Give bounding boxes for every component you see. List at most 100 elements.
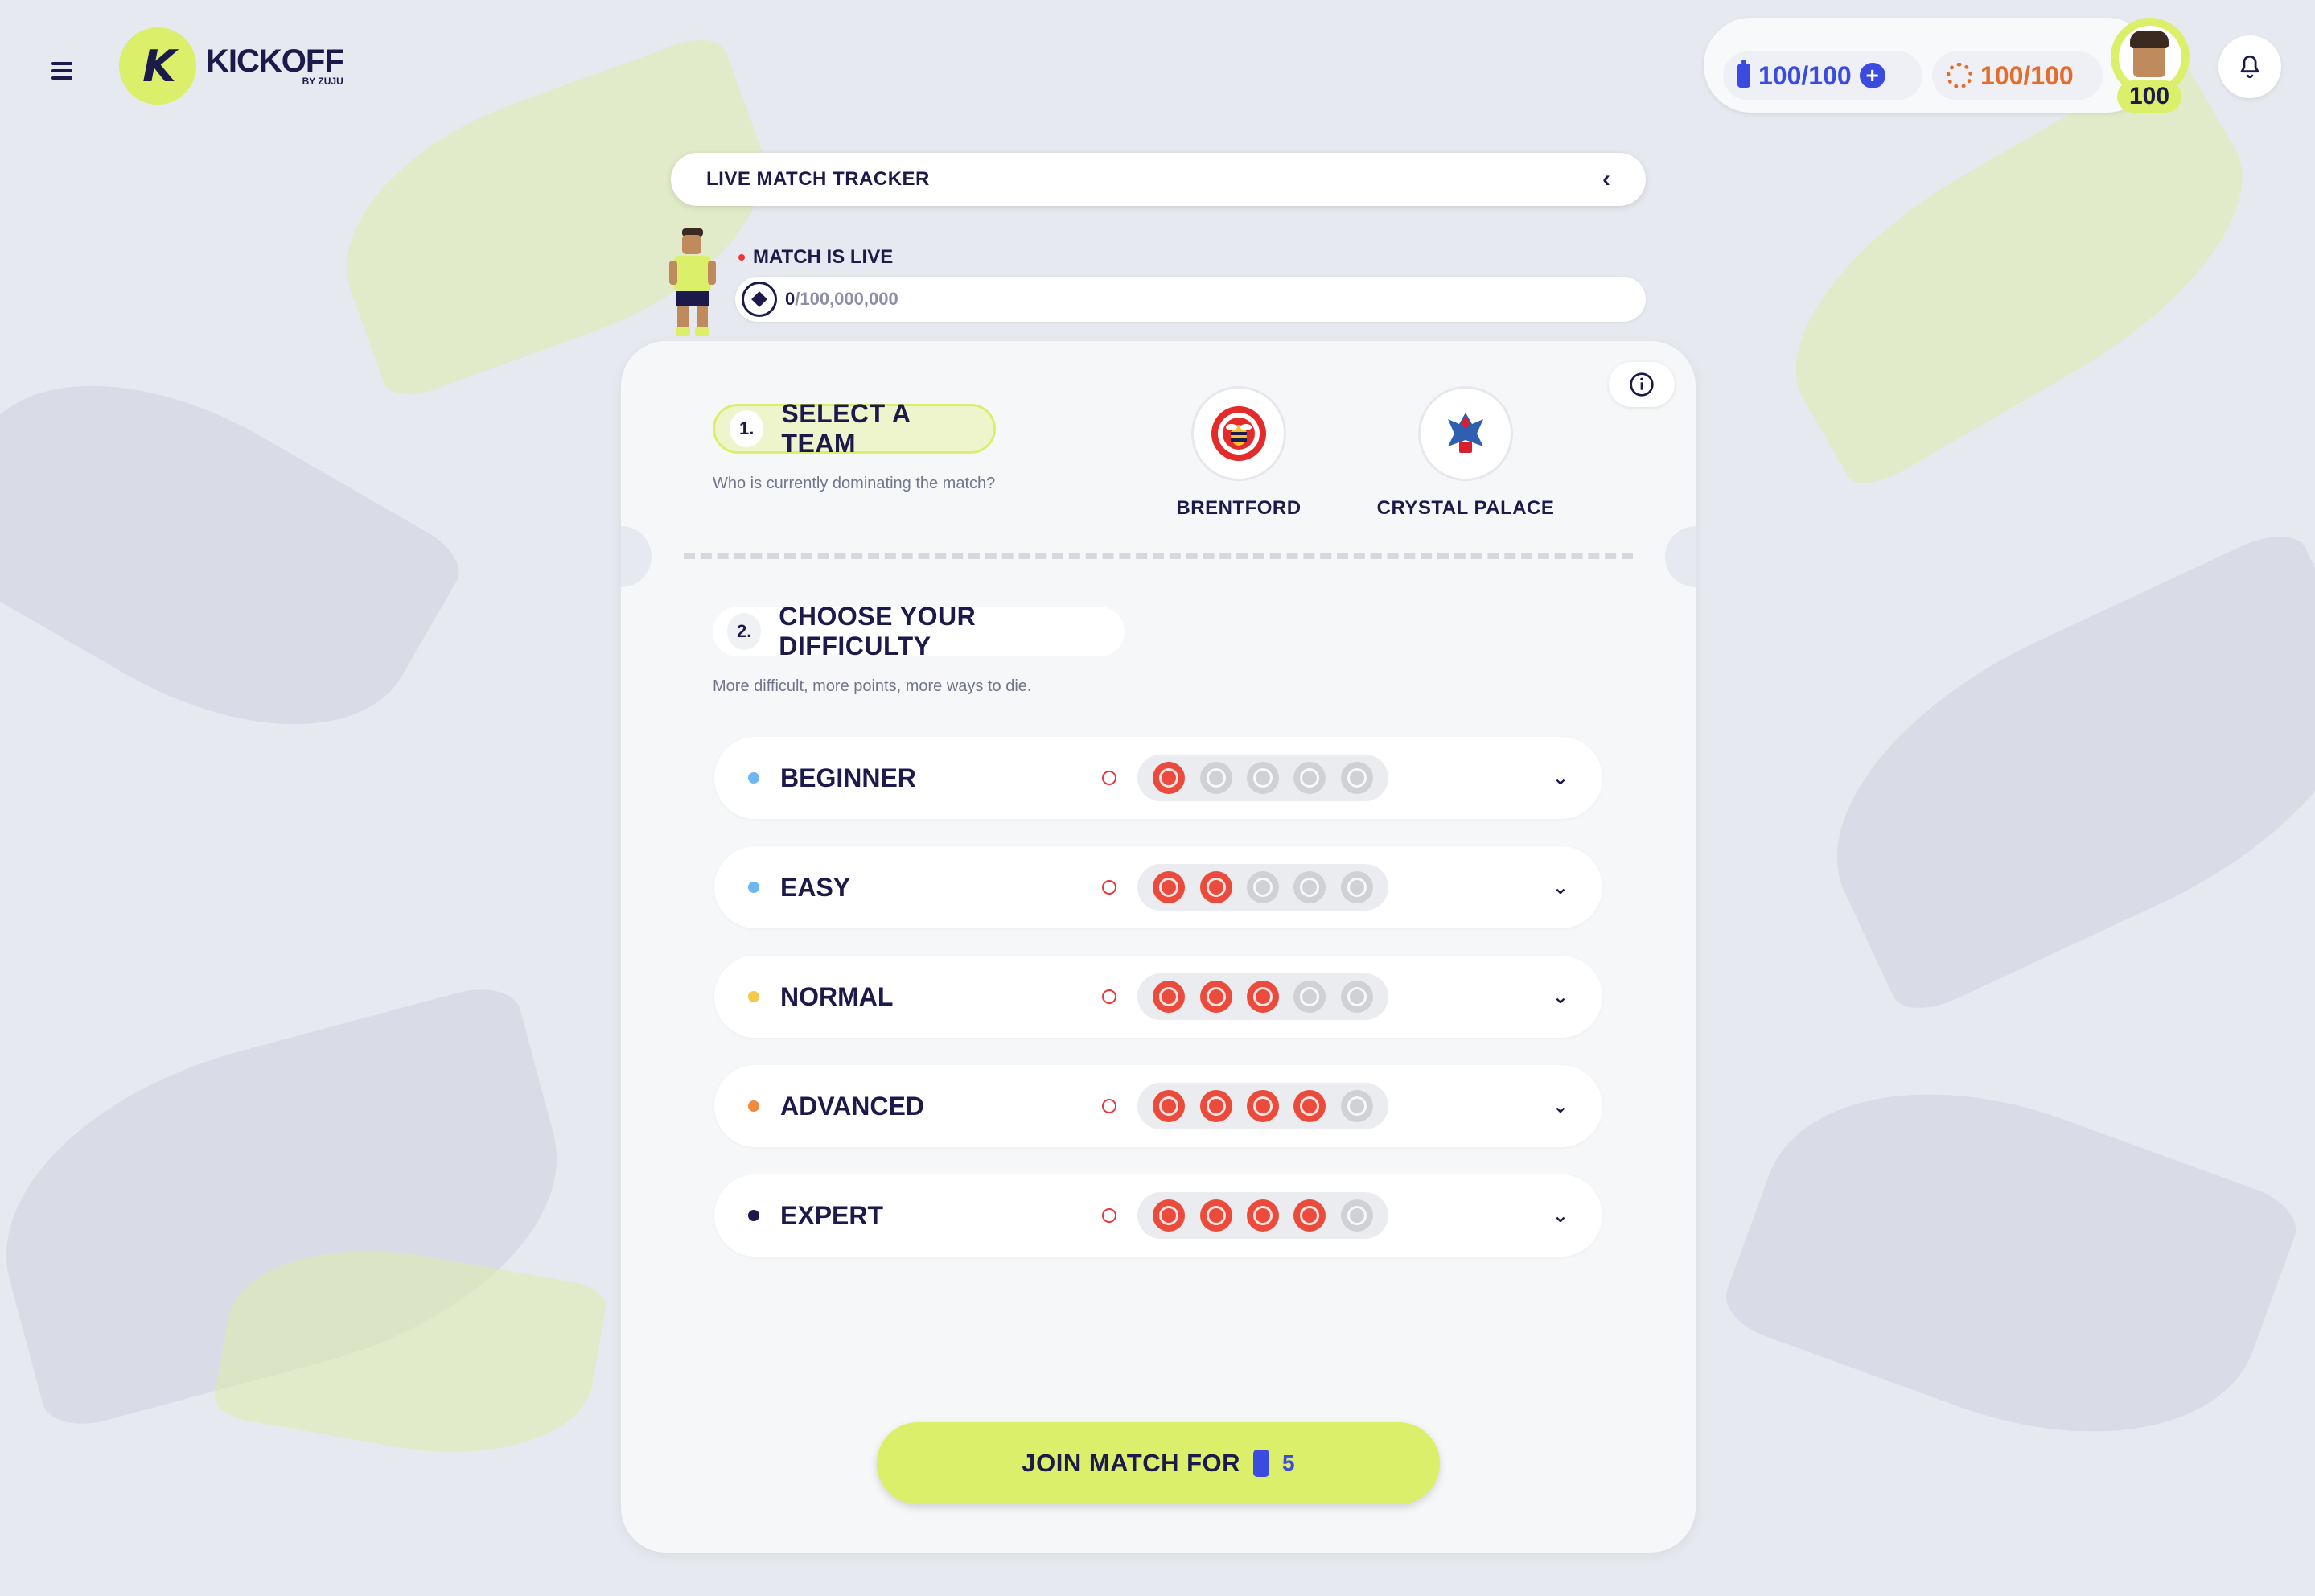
info-icon[interactable] xyxy=(1609,362,1675,407)
progress-text: 0/100,000,000 xyxy=(785,289,898,309)
team-option-crystal-palace[interactable]: CRYSTAL PALACE xyxy=(1377,386,1554,520)
chevron-down-icon[interactable]: ⌄ xyxy=(1552,985,1569,1009)
difficulty-name: EXPERT xyxy=(780,1200,884,1230)
risk-icons xyxy=(1137,973,1388,1020)
match-setup-card xyxy=(621,341,1696,1553)
difficulty-dot-icon xyxy=(748,772,759,784)
risk-event-icon xyxy=(1246,981,1279,1013)
risk-event-icon xyxy=(1153,1090,1186,1122)
step-description: More difficult, more points, more ways t… xyxy=(713,677,1032,695)
logo-subtitle: BY ZUJU xyxy=(302,76,343,87)
difficulty-option-beginner[interactable]: BEGINNER ⌄ xyxy=(714,737,1602,819)
difficulty-option-expert[interactable]: EXPERT ⌄ xyxy=(714,1174,1602,1257)
step-title: SELECT A TEAM xyxy=(781,399,911,458)
risk-event-icon xyxy=(1340,762,1373,794)
live-dot-icon xyxy=(738,254,745,261)
difficulty-name: EASY xyxy=(780,872,851,902)
risk-icons xyxy=(1137,1083,1388,1129)
risk-event-icon xyxy=(1293,1090,1326,1122)
step-title: CHOOSE YOUR DIFFICULTY xyxy=(779,602,977,660)
difficulty-name: BEGINNER xyxy=(780,763,916,792)
skull-icon xyxy=(1102,989,1116,1004)
coins-value: 100/100 xyxy=(1980,60,2074,90)
risk-event-icon xyxy=(1293,871,1326,903)
skull-icon xyxy=(1102,771,1116,785)
risk-event-icon xyxy=(1246,871,1279,903)
risk-event-icon xyxy=(1199,871,1232,903)
step-number: 2. xyxy=(727,613,762,650)
risk-event-icon xyxy=(1340,871,1373,903)
risk-event-icon xyxy=(1153,1199,1186,1232)
join-label: JOIN MATCH FOR xyxy=(1022,1449,1241,1477)
join-match-button[interactable]: JOIN MATCH FOR 5 xyxy=(877,1422,1440,1504)
hamburger-menu-icon[interactable] xyxy=(51,55,84,87)
risk-event-icon xyxy=(1153,981,1186,1013)
difficulty-option-easy[interactable]: EASY ⌄ xyxy=(714,846,1602,928)
match-progress-bar: 0/100,000,000 xyxy=(735,277,1646,322)
step-description: Who is currently dominating the match? xyxy=(713,475,996,492)
risk-event-icon xyxy=(1199,1199,1232,1232)
risk-event-icon xyxy=(1199,762,1232,794)
difficulty-dot-icon xyxy=(748,1210,759,1221)
chevron-left-icon[interactable]: ‹ xyxy=(1602,166,1610,193)
section-divider xyxy=(684,553,1633,559)
bell-icon[interactable] xyxy=(2218,35,2281,98)
live-label: MATCH IS LIVE xyxy=(753,246,894,268)
football-icon xyxy=(742,282,777,317)
step-select-team-label: 1. SELECT A TEAM xyxy=(713,399,996,458)
step-choose-difficulty-label: 2. CHOOSE YOUR DIFFICULTY xyxy=(713,602,1125,660)
difficulty-dot-icon xyxy=(748,882,759,893)
skull-icon xyxy=(1102,1208,1116,1223)
chevron-down-icon[interactable]: ⌄ xyxy=(1552,1204,1569,1228)
bee-crest-icon xyxy=(1191,386,1286,481)
difficulty-option-normal[interactable]: NORMAL ⌄ xyxy=(714,956,1602,1038)
coin-icon xyxy=(1947,63,1972,88)
energy-value: 100/100 xyxy=(1758,60,1852,90)
user-stats-bar: 100/100 + 100/100 xyxy=(1704,18,2154,113)
eagle-crest-icon xyxy=(1418,386,1513,481)
risk-event-icon xyxy=(1246,762,1279,794)
risk-event-icon xyxy=(1246,1090,1279,1122)
skull-icon xyxy=(1102,880,1116,895)
risk-event-icon xyxy=(1199,1090,1232,1122)
risk-icons xyxy=(1137,864,1388,911)
battery-icon xyxy=(1253,1450,1270,1477)
difficulty-option-advanced[interactable]: ADVANCED ⌄ xyxy=(714,1065,1602,1147)
live-match-tracker-header[interactable]: LIVE MATCH TRACKER ‹ xyxy=(671,153,1646,206)
logo-mark-icon: K xyxy=(119,27,196,105)
chevron-down-icon[interactable]: ⌄ xyxy=(1552,767,1569,790)
app-logo[interactable]: K KICKOFF BY ZUJU xyxy=(119,27,344,105)
chevron-down-icon[interactable]: ⌄ xyxy=(1552,876,1569,899)
difficulty-name: ADVANCED xyxy=(780,1091,924,1121)
risk-event-icon xyxy=(1340,1199,1373,1232)
risk-event-icon xyxy=(1199,981,1232,1013)
match-live-status: MATCH IS LIVE xyxy=(738,246,893,269)
join-cost: 5 xyxy=(1282,1450,1295,1475)
team-name: BRENTFORD xyxy=(1176,497,1301,519)
energy-stat: 100/100 + xyxy=(1723,51,1922,100)
risk-event-icon xyxy=(1340,1090,1373,1122)
risk-icons xyxy=(1137,755,1388,801)
battery-icon xyxy=(1737,60,1750,88)
add-energy-button[interactable]: + xyxy=(1859,63,1885,88)
risk-event-icon xyxy=(1246,1199,1279,1232)
difficulty-dot-icon xyxy=(748,1100,759,1112)
risk-icons xyxy=(1137,1192,1388,1239)
risk-event-icon xyxy=(1293,1199,1326,1232)
coins-stat: 100/100 xyxy=(1932,51,2103,100)
skull-icon xyxy=(1102,1099,1116,1113)
risk-event-icon xyxy=(1293,762,1326,794)
chevron-down-icon[interactable]: ⌄ xyxy=(1552,1095,1569,1118)
risk-event-icon xyxy=(1153,871,1186,903)
risk-event-icon xyxy=(1153,762,1186,794)
logo-title: KICKOFF xyxy=(206,43,344,79)
team-option-brentford[interactable]: BRENTFORD xyxy=(1150,386,1327,520)
tracker-title: LIVE MATCH TRACKER xyxy=(706,168,930,190)
risk-event-icon xyxy=(1340,981,1373,1013)
step-number: 1. xyxy=(730,410,764,447)
risk-event-icon xyxy=(1293,981,1326,1013)
player-character-icon xyxy=(669,228,716,336)
difficulty-dot-icon xyxy=(748,991,759,1002)
team-name: CRYSTAL PALACE xyxy=(1376,497,1555,519)
level-badge: 100 xyxy=(2117,80,2181,113)
